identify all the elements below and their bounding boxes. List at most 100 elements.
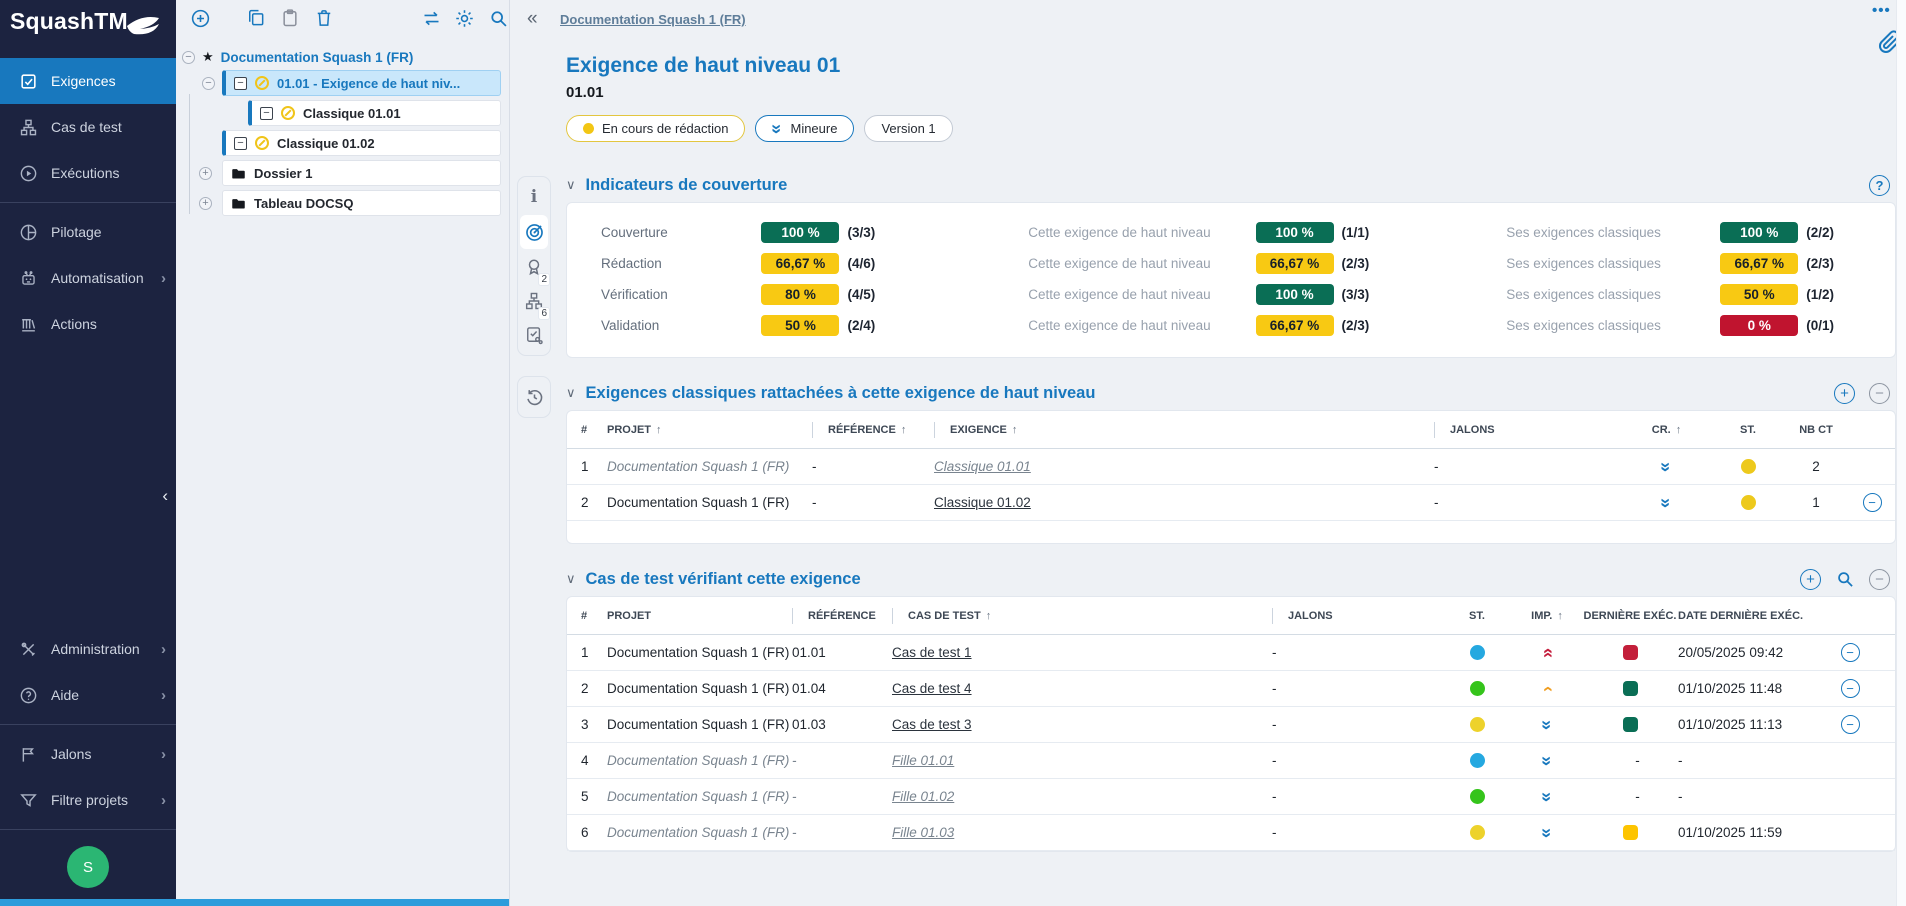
unbind-minus-circle-icon[interactable]: −	[1841, 643, 1860, 662]
trash-icon[interactable]	[313, 7, 335, 29]
tab-hierarchy-icon[interactable]: 6	[520, 285, 548, 317]
unbind-minus-circle-icon[interactable]: −	[1841, 679, 1860, 698]
chevrons-down-icon	[772, 120, 782, 138]
requirement-detail-panel: « Documentation Squash 1 (FR) ••• Exigen…	[510, 0, 1906, 906]
criticality-badge[interactable]: Mineure	[755, 115, 854, 142]
sidebar-item-executions[interactable]: Exécutions	[0, 150, 176, 196]
more-menu-icon[interactable]: •••	[1872, 2, 1891, 19]
requirement-link[interactable]: Classique 01.01	[934, 459, 1031, 474]
column-header-jalons[interactable]: JALONS	[1434, 422, 1619, 438]
tree-node-folder[interactable]: + Dossier 1	[222, 160, 501, 186]
test-case-row[interactable]: 3 Documentation Squash 1 (FR) 01.03 Cas …	[567, 707, 1895, 743]
column-header-status[interactable]: ST.	[1714, 424, 1782, 436]
import-export-icon[interactable]	[420, 7, 442, 29]
tree-node-requirement-selected[interactable]: − − 01.01 - Exigence de haut niv...	[222, 70, 501, 96]
column-header-projet[interactable]: PROJET	[607, 424, 812, 436]
sidebar-item-jalons[interactable]: Jalons ›	[0, 731, 176, 777]
unbind-minus-circle-icon[interactable]: −	[1841, 715, 1860, 734]
unbind-requirement-minus-icon[interactable]: −	[1869, 383, 1890, 404]
square-minus-icon[interactable]: −	[234, 77, 247, 90]
linked-requirement-row[interactable]: 2 Documentation Squash 1 (FR) - Classiqu…	[567, 485, 1895, 521]
copy-icon[interactable]	[246, 7, 268, 29]
square-minus-icon[interactable]: −	[234, 137, 247, 150]
test-case-link[interactable]: Fille 01.03	[892, 825, 954, 840]
status-badge[interactable]: En cours de rédaction	[566, 115, 745, 142]
coverage-pct-badge: 66,67 %	[1720, 253, 1798, 274]
test-case-row[interactable]: 4 Documentation Squash 1 (FR) - Fille 01…	[567, 743, 1895, 779]
coverage-ratio: (1/2)	[1806, 287, 1875, 302]
column-header-nbct[interactable]: NB CT	[1782, 424, 1850, 436]
test-case-link[interactable]: Cas de test 3	[892, 717, 972, 732]
scrollbar-track[interactable]	[1896, 0, 1906, 906]
column-header-jalons[interactable]: JALONS	[1272, 608, 1442, 624]
tab-milestones-award-icon[interactable]: 2	[520, 251, 548, 283]
column-header-criticality[interactable]: CR.	[1619, 424, 1714, 436]
expand-expander-icon[interactable]: +	[199, 167, 212, 180]
tree-root-project[interactable]: − ★ Documentation Squash 1 (FR)	[176, 44, 509, 70]
column-header-exigence[interactable]: EXIGENCE	[934, 422, 1434, 438]
unbind-testcase-minus-icon[interactable]: −	[1869, 569, 1890, 590]
sidebar-item-automatisation[interactable]: Automatisation ›	[0, 255, 176, 301]
settings-gear-icon[interactable]	[454, 7, 476, 29]
tab-history-icon[interactable]	[520, 381, 548, 413]
version-badge[interactable]: Version 1	[864, 115, 952, 142]
tab-coverage-target-icon[interactable]	[520, 215, 548, 249]
search-testcase-icon[interactable]	[1835, 569, 1855, 589]
requirement-link[interactable]: Classique 01.02	[934, 495, 1031, 510]
column-header-reference[interactable]: RÉFÉRENCE	[792, 608, 892, 624]
help-circle-icon	[18, 685, 38, 705]
collapse-panel-icon[interactable]: «	[527, 8, 538, 30]
test-case-row[interactable]: 6 Documentation Squash 1 (FR) - Fille 01…	[567, 815, 1895, 851]
tab-information-icon[interactable]: i	[520, 181, 548, 213]
user-avatar[interactable]: S	[67, 846, 109, 888]
collapse-expander-icon[interactable]: −	[182, 51, 195, 64]
tree-node-requirement[interactable]: − Classique 01.02	[222, 130, 501, 156]
test-case-link[interactable]: Fille 01.01	[892, 753, 954, 768]
sidebar-item-cas-de-test[interactable]: Cas de test	[0, 104, 176, 150]
test-case-row[interactable]: 1 Documentation Squash 1 (FR) 01.01 Cas …	[567, 635, 1895, 671]
column-header-importance[interactable]: IMP.	[1512, 610, 1582, 622]
sidebar-item-filtre-projets[interactable]: Filtre projets ›	[0, 777, 176, 823]
search-icon[interactable]	[487, 7, 509, 29]
sidebar-item-aide[interactable]: Aide ›	[0, 672, 176, 718]
linked-requirements-section-title[interactable]: Exigences classiques rattachées à cette …	[586, 384, 1096, 403]
column-header-status[interactable]: ST.	[1442, 610, 1512, 622]
chevron-down-icon[interactable]: ∨	[566, 385, 576, 401]
tree-node-folder[interactable]: + Tableau DOCSQ	[222, 190, 501, 216]
bind-requirement-plus-icon[interactable]: +	[1834, 383, 1855, 404]
column-header-cas-de-test[interactable]: CAS DE TEST	[892, 608, 1272, 624]
collapse-expander-icon[interactable]: −	[202, 77, 215, 90]
sidebar-item-exigences[interactable]: Exigences	[0, 58, 176, 104]
sidebar-item-actions[interactable]: Actions	[0, 301, 176, 347]
sidebar-collapse-icon[interactable]: ‹	[162, 486, 168, 506]
help-icon[interactable]: ?	[1869, 175, 1890, 196]
test-cases-section-title[interactable]: Cas de test vérifiant cette exigence	[586, 570, 861, 589]
unbind-minus-circle-icon[interactable]: −	[1863, 493, 1882, 512]
chevron-down-icon[interactable]: ∨	[566, 177, 576, 193]
criticality-chevrons-down-icon	[1661, 458, 1671, 476]
chevron-down-icon[interactable]: ∨	[566, 571, 576, 587]
sidebar-item-administration[interactable]: Administration ›	[0, 626, 176, 672]
column-header-projet[interactable]: PROJET	[607, 610, 792, 622]
square-minus-icon[interactable]: −	[260, 107, 273, 120]
column-header-reference[interactable]: RÉFÉRENCE	[812, 422, 934, 438]
new-item-plus-circle-icon[interactable]	[190, 7, 212, 29]
expand-expander-icon[interactable]: +	[199, 197, 212, 210]
coverage-section-title[interactable]: Indicateurs de couverture	[586, 176, 788, 195]
column-header-date-derniere-exec[interactable]: DATE DERNIÈRE EXÉC.	[1678, 610, 1828, 622]
test-case-row[interactable]: 5 Documentation Squash 1 (FR) - Fille 01…	[567, 779, 1895, 815]
test-case-link[interactable]: Cas de test 1	[892, 645, 972, 660]
test-case-link[interactable]: Fille 01.02	[892, 789, 954, 804]
checkbox-icon	[18, 71, 38, 91]
tree-node-requirement[interactable]: − Classique 01.01	[248, 100, 501, 126]
tab-verifying-testcases-icon[interactable]	[520, 319, 548, 351]
coverage-ratio: (4/5)	[847, 287, 916, 302]
paste-icon[interactable]	[279, 7, 301, 29]
test-case-link[interactable]: Cas de test 4	[892, 681, 972, 696]
column-header-derniere-exec[interactable]: DERNIÈRE EXÉC.	[1582, 610, 1678, 622]
bind-testcase-plus-icon[interactable]: +	[1800, 569, 1821, 590]
sidebar-item-pilotage[interactable]: Pilotage	[0, 209, 176, 255]
linked-requirement-row[interactable]: 1 Documentation Squash 1 (FR) - Classiqu…	[567, 449, 1895, 485]
breadcrumb[interactable]: Documentation Squash 1 (FR)	[560, 12, 746, 27]
test-case-row[interactable]: 2 Documentation Squash 1 (FR) 01.04 Cas …	[567, 671, 1895, 707]
